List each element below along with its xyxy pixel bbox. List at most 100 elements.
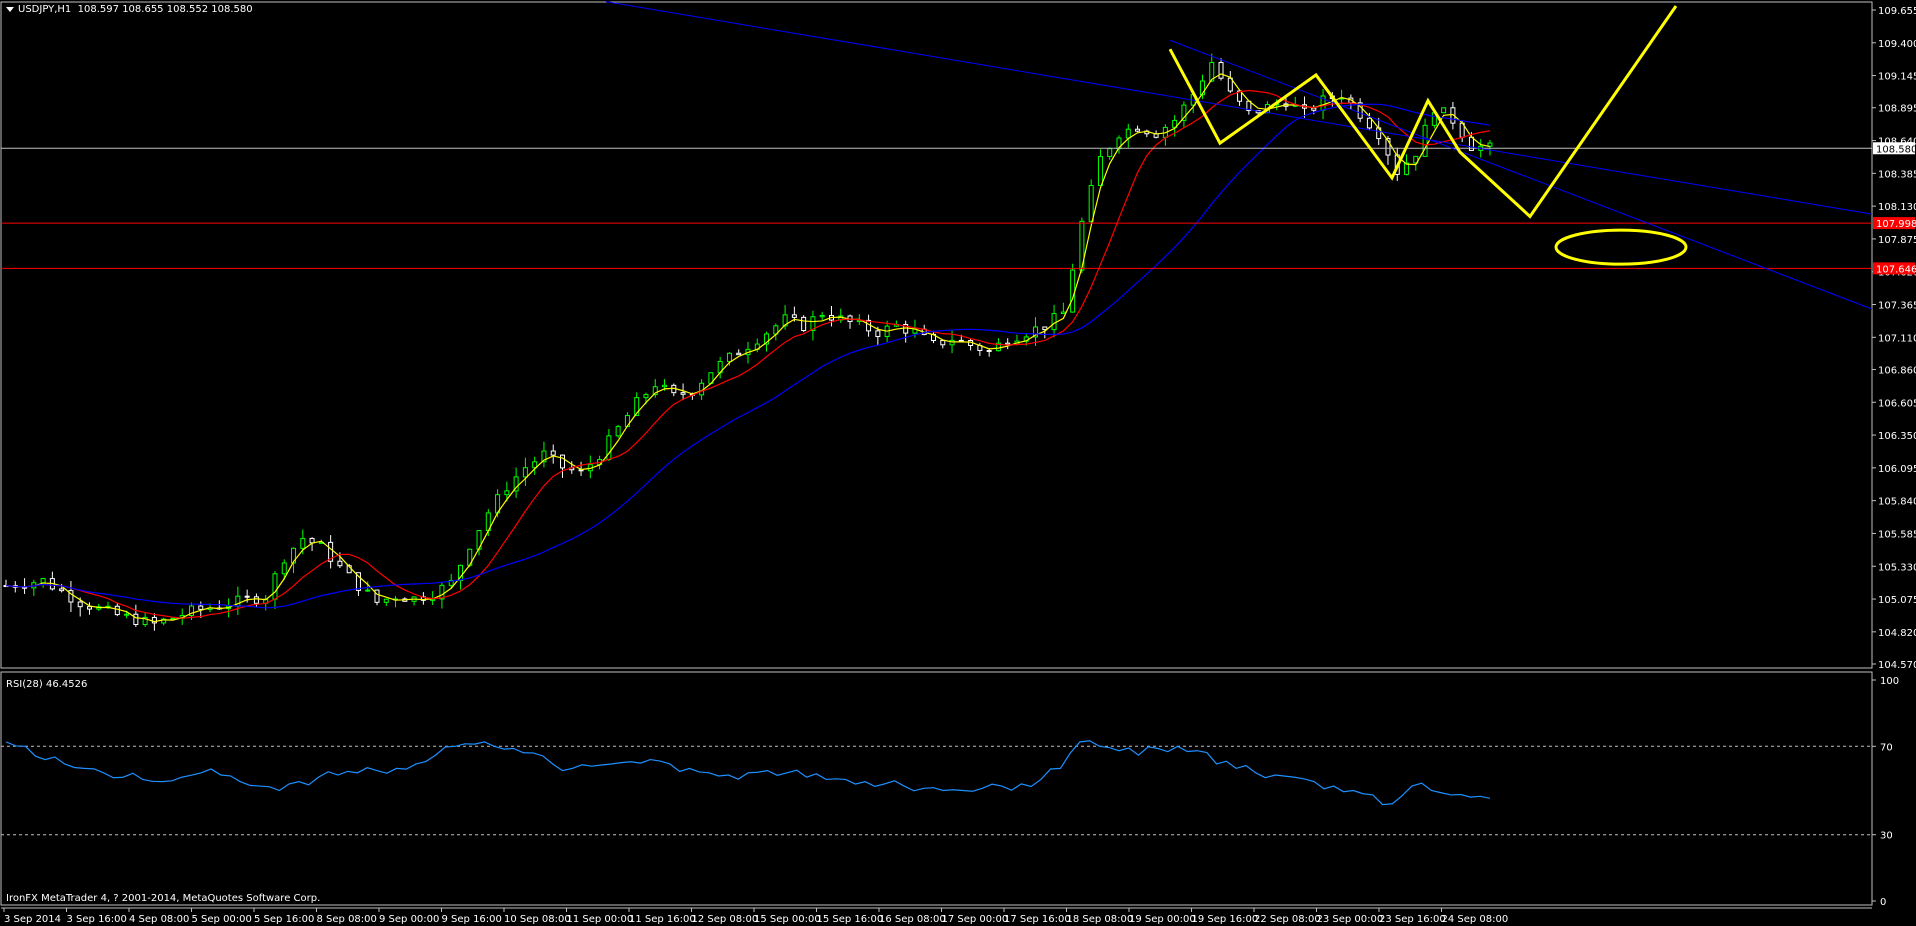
y-tick-label: 104.820 <box>1878 628 1916 639</box>
x-tick-label: 23 Sep 00:00 <box>1317 914 1384 925</box>
x-tick-label: 17 Sep 16:00 <box>1004 914 1071 925</box>
y-tick-label: 107.365 <box>1878 301 1916 312</box>
target-ellipse <box>1554 228 1688 266</box>
candle-body <box>560 454 565 469</box>
price-tag-label: 107.646 <box>1876 264 1916 275</box>
x-tick-label: 9 Sep 00:00 <box>379 914 439 925</box>
x-tick-label: 19 Sep 16:00 <box>1192 914 1259 925</box>
candle-body <box>736 352 742 356</box>
candle-body <box>1060 311 1066 315</box>
y-tick-label: 108.895 <box>1878 104 1916 115</box>
candle-body <box>170 617 176 620</box>
zigzag-projection <box>1168 5 1678 219</box>
x-tick-label: 3 Sep 2014 <box>4 914 61 925</box>
candle-body <box>801 316 807 332</box>
candle-body <box>40 578 46 584</box>
candle-body <box>272 573 278 600</box>
x-tick-label: 12 Sep 08:00 <box>692 914 759 925</box>
candle-body <box>365 589 371 592</box>
copyright-text: IronFX MetaTrader 4, ? 2001-2014, MetaQu… <box>6 893 321 904</box>
candle-body <box>337 560 343 567</box>
candle-body <box>1088 185 1094 222</box>
candle-body <box>281 562 287 575</box>
candle-body <box>1107 148 1113 157</box>
price-tag-label: 108.580 <box>1876 144 1916 155</box>
candle-body <box>77 601 83 608</box>
candle-body <box>1070 269 1076 313</box>
x-tick-label: 11 Sep 00:00 <box>567 914 634 925</box>
y-tick-label: 109.655 <box>1878 6 1916 17</box>
x-tick-label: 18 Sep 08:00 <box>1067 914 1134 925</box>
rsi-tick-label: 30 <box>1880 831 1893 842</box>
candle-body <box>1042 326 1048 331</box>
x-tick-label: 9 Sep 16:00 <box>442 914 502 925</box>
candle-body <box>662 384 668 388</box>
x-tick-label: 4 Sep 08:00 <box>129 914 189 925</box>
candle-body <box>522 467 528 478</box>
rsi-tick-label: 70 <box>1880 742 1893 753</box>
candle-body <box>300 537 306 549</box>
candle-body <box>504 490 510 496</box>
candle-body <box>1218 62 1224 79</box>
x-tick-label: 10 Sep 08:00 <box>504 914 571 925</box>
y-tick-label: 108.130 <box>1878 202 1916 213</box>
candle-body <box>1366 117 1372 129</box>
candle-body <box>59 588 65 592</box>
rsi-tick-label: 100 <box>1880 676 1899 687</box>
candle-body <box>680 392 686 395</box>
y-tick-label: 105.330 <box>1878 562 1916 573</box>
y-tick-label: 109.400 <box>1878 39 1916 50</box>
x-tick-label: 5 Sep 16:00 <box>254 914 314 925</box>
y-tick-label: 106.860 <box>1878 365 1916 376</box>
candle-body <box>643 394 649 399</box>
x-tick-label: 22 Sep 08:00 <box>1254 914 1321 925</box>
candle-body <box>986 349 992 352</box>
x-tick-label: 5 Sep 00:00 <box>192 914 252 925</box>
y-tick-label: 105.840 <box>1878 497 1916 508</box>
y-tick-label: 105.585 <box>1878 529 1916 540</box>
y-tick-label: 108.385 <box>1878 169 1916 180</box>
candle-body <box>1005 342 1011 345</box>
candle-body <box>86 606 92 610</box>
x-tick-label: 17 Sep 00:00 <box>942 914 1009 925</box>
y-tick-label: 105.075 <box>1878 595 1916 606</box>
y-tick-label: 109.145 <box>1878 72 1916 83</box>
candle-body <box>124 613 130 616</box>
candle-body <box>198 605 204 610</box>
candle-body <box>114 605 120 616</box>
candle-body <box>1311 107 1317 111</box>
y-tick-label: 106.095 <box>1878 464 1916 475</box>
x-tick-label: 24 Sep 08:00 <box>1442 914 1509 925</box>
chart-canvas[interactable]: 109.655109.400109.145108.895108.640108.3… <box>0 0 1916 926</box>
candle-body <box>550 450 556 456</box>
candle-body <box>1441 107 1447 114</box>
candle-body <box>1051 313 1057 331</box>
y-tick-label: 104.570 <box>1878 660 1916 671</box>
rsi-line <box>5 740 1491 806</box>
rsi-header: RSI(28) 46.4526 <box>6 679 88 690</box>
x-tick-label: 19 Sep 00:00 <box>1129 914 1196 925</box>
x-tick-label: 8 Sep 08:00 <box>317 914 377 925</box>
rsi-tick-label: 0 <box>1880 897 1886 908</box>
candle-body <box>1125 128 1131 139</box>
candle-body <box>383 598 389 603</box>
x-tick-label: 3 Sep 16:00 <box>67 914 127 925</box>
x-tick-label: 11 Sep 16:00 <box>629 914 696 925</box>
x-tick-label: 23 Sep 16:00 <box>1379 914 1446 925</box>
candle-body <box>819 314 825 318</box>
candle-body <box>309 537 315 544</box>
y-tick-label: 106.605 <box>1878 398 1916 409</box>
candle-body <box>791 314 797 318</box>
price-tag-label: 107.998 <box>1876 219 1916 230</box>
candle-body <box>940 340 946 346</box>
trendline-upper <box>605 1 1873 215</box>
candle-body <box>615 426 621 437</box>
candle-body <box>1097 155 1103 187</box>
candle-body <box>726 352 732 363</box>
y-tick-label: 107.110 <box>1878 333 1916 344</box>
candle-body <box>958 339 964 342</box>
candle-body <box>244 595 250 598</box>
x-tick-label: 15 Sep 00:00 <box>754 914 821 925</box>
candle-body <box>875 330 881 338</box>
candle-body <box>253 596 259 604</box>
